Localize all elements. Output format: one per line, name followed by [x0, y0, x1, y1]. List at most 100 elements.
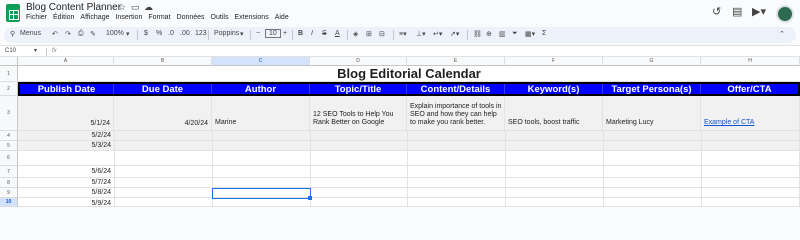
meet-icon[interactable]: ▶▾	[752, 5, 766, 18]
fill-handle[interactable]	[308, 196, 312, 200]
cell-e3[interactable]: Explain importance of tools in SEO and h…	[407, 96, 505, 131]
star-icon[interactable]: ☆	[118, 2, 126, 13]
header-publish-date[interactable]: Publish Date	[20, 84, 114, 95]
header-topic-title[interactable]: Topic/Title	[310, 84, 407, 95]
paint-format-icon[interactable]: ✎	[90, 30, 96, 38]
column-header-b[interactable]: B	[114, 57, 212, 66]
header-due-date[interactable]: Due Date	[114, 84, 212, 95]
history-icon[interactable]: ↺	[712, 5, 721, 18]
row-header-6[interactable]: 6	[0, 151, 18, 166]
cell-a9[interactable]: 5/8/24	[18, 188, 114, 198]
redo-icon[interactable]: ↷	[65, 30, 71, 38]
number-format-button[interactable]: 123	[195, 30, 207, 37]
menu-edit[interactable]: Édition	[53, 14, 74, 21]
filter-views-icon[interactable]: ▦▾	[525, 30, 535, 38]
cell-b3[interactable]: 4/20/24	[114, 96, 212, 131]
text-rotate-icon[interactable]: ↗▾	[450, 30, 459, 38]
menu-view[interactable]: Affichage	[80, 14, 109, 21]
decrease-decimal-button[interactable]: .0	[168, 30, 174, 37]
column-header-d[interactable]: D	[310, 57, 407, 66]
document-title[interactable]: Blog Content Planner	[26, 2, 121, 13]
menu-extensions[interactable]: Extensions	[234, 14, 268, 21]
header-keywords[interactable]: Keyword(s)	[505, 84, 603, 95]
percent-button[interactable]: %	[156, 30, 162, 37]
strikethrough-button[interactable]: S	[322, 30, 327, 37]
header-offer-cta[interactable]: Offer/CTA	[701, 84, 798, 95]
fill-color-icon[interactable]: ◈	[353, 30, 358, 38]
text-wrap-icon[interactable]: ↵▾	[433, 30, 442, 38]
cell-a7[interactable]: 5/6/24	[18, 166, 114, 178]
merge-cells-icon[interactable]: ⊟	[379, 30, 385, 38]
row-header-10[interactable]: 10	[0, 198, 18, 207]
menu-format[interactable]: Format	[148, 14, 170, 21]
selected-cell-c10[interactable]	[212, 188, 311, 199]
row-header-5[interactable]: 5	[0, 141, 18, 151]
move-folder-icon[interactable]: ▭	[131, 2, 140, 13]
functions-icon[interactable]: Σ	[542, 30, 546, 37]
cell-a10[interactable]: 5/9/24	[18, 198, 114, 207]
zoom-select[interactable]: 100%	[106, 30, 124, 37]
borders-icon[interactable]: ⊞	[366, 30, 372, 38]
avatar[interactable]	[776, 5, 794, 23]
collapse-toolbar-icon[interactable]: ⌃	[779, 30, 785, 38]
cta-link[interactable]: Example of CTA	[701, 119, 754, 127]
cell-c3[interactable]: Marine	[212, 96, 310, 131]
cell-a8[interactable]: 5/7/24	[18, 178, 114, 188]
font-size-decrease[interactable]: −	[256, 30, 260, 37]
row-header-9[interactable]: 9	[0, 188, 18, 198]
font-size-increase[interactable]: +	[283, 30, 287, 37]
row-header-8[interactable]: 8	[0, 178, 18, 188]
italic-button[interactable]: I	[311, 30, 313, 37]
header-author[interactable]: Author	[212, 84, 310, 95]
sheet-title-cell[interactable]: Blog Editorial Calendar	[18, 66, 800, 82]
menu-insert[interactable]: Insertion	[115, 14, 142, 21]
menu-file[interactable]: Fichier	[26, 14, 47, 21]
print-icon[interactable]: ⎙	[78, 30, 84, 38]
menus-search[interactable]: Menus	[20, 30, 41, 37]
undo-icon[interactable]: ↶	[52, 30, 58, 38]
cell-a5[interactable]: 5/3/24	[18, 141, 114, 151]
column-header-e[interactable]: E	[407, 57, 505, 66]
insert-comment-icon[interactable]: ⊕	[486, 30, 492, 38]
column-header-c[interactable]: C	[212, 57, 310, 66]
font-select[interactable]: Poppins	[214, 30, 239, 37]
column-header-f[interactable]: F	[505, 57, 603, 66]
header-content-details[interactable]: Content/Details	[407, 84, 505, 95]
search-icon[interactable]: ⚲	[10, 30, 15, 38]
text-color-button[interactable]: A	[335, 30, 340, 37]
cell-f3[interactable]: SEO tools, boost traffic	[505, 96, 603, 131]
column-header-a[interactable]: A	[18, 57, 114, 66]
comments-icon[interactable]: ▤	[732, 5, 742, 18]
menu-help[interactable]: Aide	[275, 14, 289, 21]
filter-icon[interactable]: ⏷	[512, 30, 518, 38]
menu-tools[interactable]: Outils	[211, 14, 229, 21]
cell-a3[interactable]: 5/1/24	[18, 96, 114, 131]
row-header-4[interactable]: 4	[0, 131, 18, 141]
column-header-h[interactable]: H	[701, 57, 800, 66]
increase-decimal-button[interactable]: .00	[180, 30, 190, 37]
row-header-1[interactable]: 1	[0, 66, 18, 82]
formula-input[interactable]	[66, 48, 786, 56]
cloud-status-icon[interactable]: ☁	[144, 2, 153, 13]
name-box[interactable]: C10	[5, 48, 16, 54]
font-size-input[interactable]: 10	[265, 29, 281, 38]
column-header-g[interactable]: G	[603, 57, 701, 66]
header-target-persona[interactable]: Target Persona(s)	[603, 84, 701, 95]
cell-a4[interactable]: 5/2/24	[18, 131, 114, 141]
insert-link-icon[interactable]: ⛓	[473, 30, 482, 38]
vertical-align-icon[interactable]: ⊥▾	[416, 30, 426, 38]
cell-h3[interactable]: Example of CTA	[701, 96, 800, 131]
row-header-2[interactable]: 2	[0, 82, 18, 96]
menu-data[interactable]: Données	[177, 14, 205, 21]
insert-chart-icon[interactable]: ▥	[499, 30, 506, 38]
horizontal-align-icon[interactable]: ≡▾	[399, 30, 407, 38]
row-header-7[interactable]: 7	[0, 166, 18, 178]
cell-d3[interactable]: 12 SEO Tools to Help You Rank Better on …	[310, 96, 407, 131]
bold-button[interactable]: B	[298, 30, 303, 37]
row-header-3[interactable]: 3	[0, 96, 18, 131]
sheets-logo-icon[interactable]	[6, 4, 20, 22]
cell-a6[interactable]	[18, 151, 114, 166]
cell-g3[interactable]: Marketing Lucy	[603, 96, 701, 131]
select-all-corner[interactable]	[0, 57, 18, 66]
currency-button[interactable]: $	[144, 30, 148, 37]
